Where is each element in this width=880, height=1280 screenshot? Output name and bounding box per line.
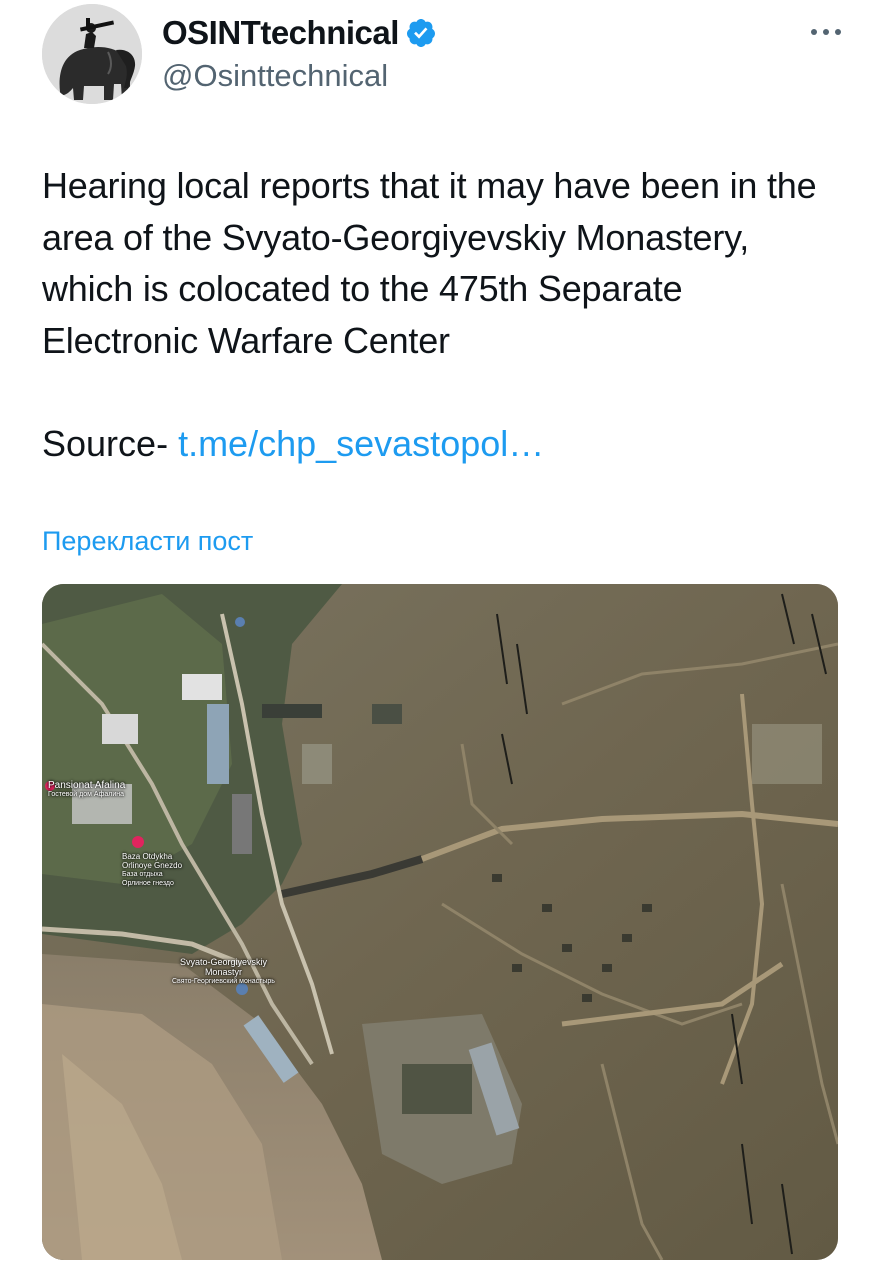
map-label-pansionat-sub: Гостевой дом Афалина xyxy=(48,791,125,798)
map-label-baza-sub: Orlinoye Gnezdo xyxy=(122,861,183,870)
display-name[interactable]: OSINTtechnical xyxy=(162,14,399,52)
map-label-baza-sub2: База отдыха xyxy=(122,871,163,878)
source-prefix: Source- xyxy=(42,423,179,464)
handle[interactable]: @Osinttechnical xyxy=(162,58,437,94)
satellite-map-graphic xyxy=(42,584,838,1260)
display-name-row: OSINTtechnical xyxy=(162,12,437,54)
soldier-on-elephant-avatar-icon xyxy=(42,4,142,104)
map-label-monastery-sub: Свято-Георгиевский монастырь xyxy=(172,978,275,985)
map-label-baza: Baza Otdykha Orlinoye Gnezdo База отдыха… xyxy=(122,852,182,888)
name-block: OSINTtechnical @Osinttechnical xyxy=(162,12,437,94)
tweet-header: OSINTtechnical @Osinttechnical xyxy=(42,4,842,104)
tweet: OSINTtechnical @Osinttechnical Hearing l… xyxy=(0,0,880,1280)
map-label-monastery: Svyato-Georgiyevskiy Monastyr Свято-Геор… xyxy=(172,957,275,987)
avatar[interactable] xyxy=(42,4,142,104)
map-label-baza-text: Baza Otdykha xyxy=(122,852,173,861)
map-label-monastery-text: Svyato-Georgiyevskiy xyxy=(179,957,267,967)
more-options-icon[interactable] xyxy=(806,22,846,42)
source-link[interactable]: t.me/chp_sevastopol… xyxy=(178,423,544,464)
source-line: Source- t.me/chp_sevastopol… xyxy=(42,418,544,470)
map-label-pansionat: Pansionat Afalina Гостевой дом Афалина xyxy=(48,780,125,798)
map-label-pansionat-text: Pansionat Afalina xyxy=(48,780,126,791)
translate-post-link[interactable]: Перекласти пост xyxy=(42,526,253,557)
verified-badge-icon xyxy=(405,17,437,49)
map-label-baza-sub3: Орлиное гнездо xyxy=(122,880,174,887)
map-label-monastery-text-2: Monastyr xyxy=(204,967,242,977)
satellite-map-image[interactable]: Pansionat Afalina Гостевой дом Афалина B… xyxy=(42,584,838,1260)
tweet-text: Hearing local reports that it may have b… xyxy=(42,165,817,361)
